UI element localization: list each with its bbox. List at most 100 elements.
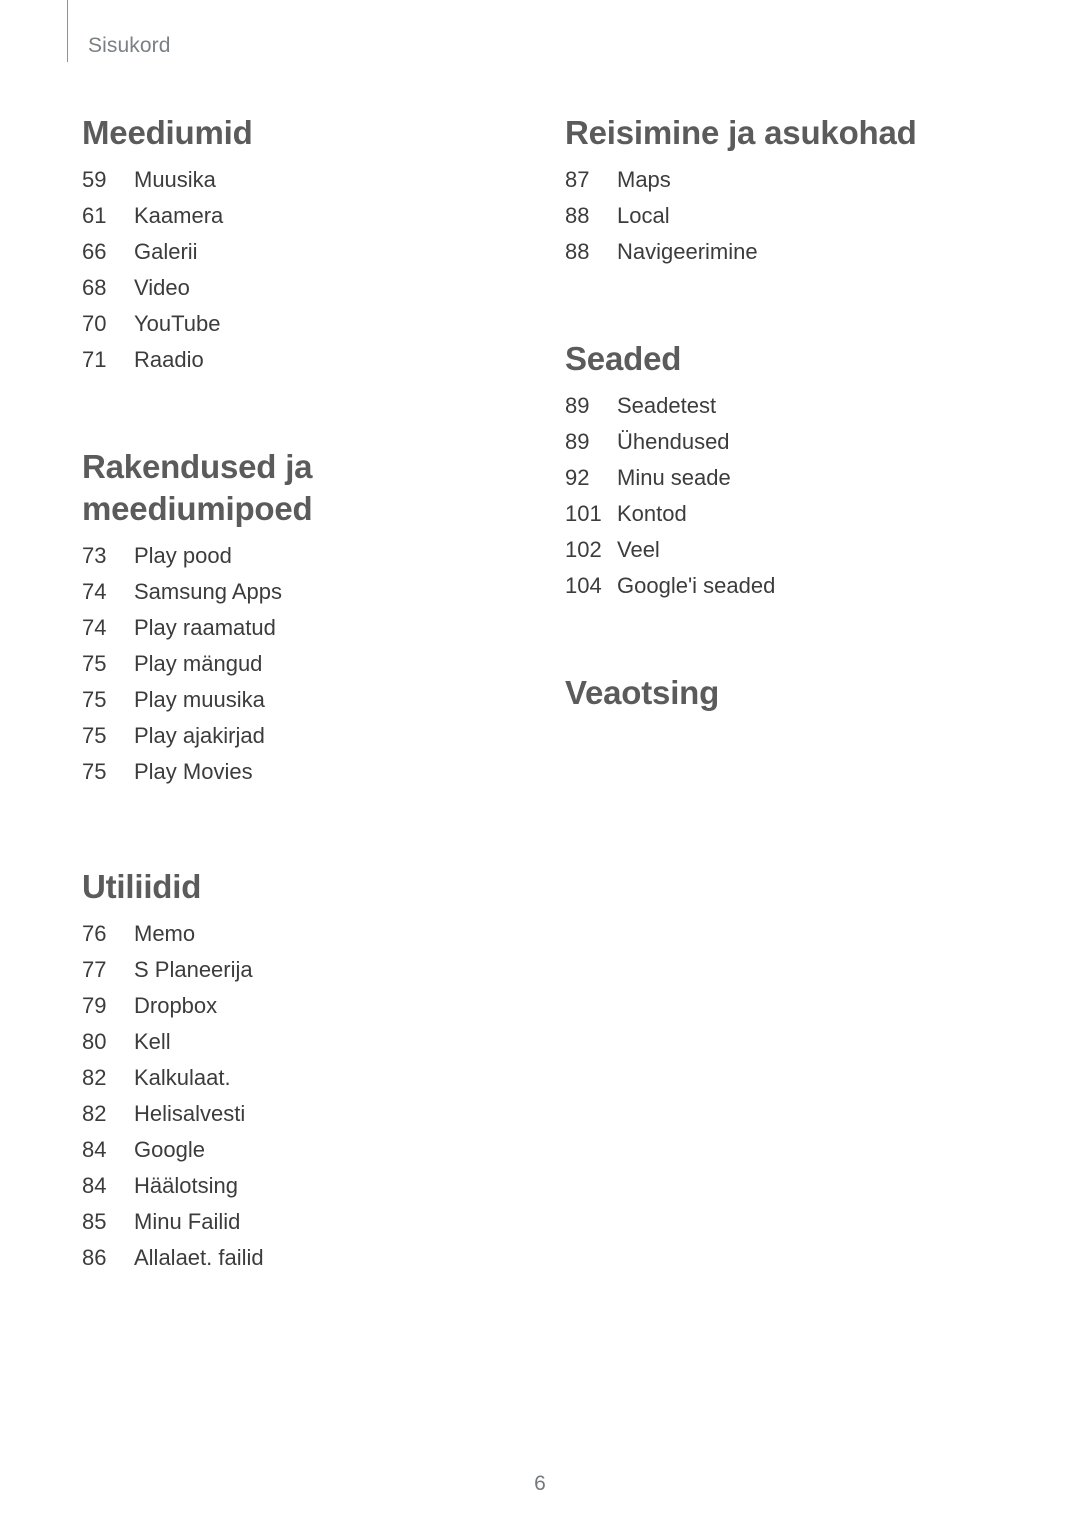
toc-entry[interactable]: 75 Play muusika xyxy=(82,682,512,718)
toc-entry-list: 76 Memo 77 S Planeerija 79 Dropbox 80 Ke… xyxy=(82,916,512,1276)
toc-entry-label: Play Movies xyxy=(134,758,253,784)
document-page: Sisukord Meediumid 59 Muusika 61 Kaamera… xyxy=(0,0,1080,1527)
toc-entry[interactable]: 80 Kell xyxy=(82,1024,512,1060)
toc-entry-page: 88 xyxy=(565,238,590,264)
toc-entry-label: Galerii xyxy=(134,238,198,264)
toc-entry[interactable]: 75 Play mängud xyxy=(82,646,512,682)
section-title: Veaotsing xyxy=(565,673,720,711)
toc-entry[interactable]: 82 Helisalvesti xyxy=(82,1096,512,1132)
toc-entry[interactable]: 89 Ühendused xyxy=(565,424,1015,460)
toc-entry[interactable]: 75 Play ajakirjad xyxy=(82,718,512,754)
section-title: Seaded xyxy=(565,339,682,377)
toc-section-meediumid: Meediumid 59 Muusika 61 Kaamera 66 Galer… xyxy=(82,112,512,378)
toc-entry-page: 89 xyxy=(565,392,590,418)
toc-entry-label: Ühendused xyxy=(617,428,730,454)
toc-entry-label: Häälotsing xyxy=(134,1172,238,1198)
toc-entry[interactable]: 76 Memo xyxy=(82,916,512,952)
toc-entry-page: 92 xyxy=(565,464,590,490)
toc-column-right: Reisimine ja asukohad 87 Maps 88 Local 8… xyxy=(565,112,1015,722)
toc-entry-page: 102 xyxy=(565,536,602,562)
toc-entry-label: Google'i seaded xyxy=(617,572,776,598)
running-header: Sisukord xyxy=(67,0,171,62)
section-title: Utiliidid xyxy=(82,867,202,905)
toc-entry[interactable]: 71 Raadio xyxy=(82,342,512,378)
toc-entry-label: Kontod xyxy=(617,500,687,526)
toc-entry-label: Seadetest xyxy=(617,392,717,418)
toc-entry-label: Video xyxy=(134,274,190,300)
toc-entry[interactable]: 70 YouTube xyxy=(82,306,512,342)
toc-entry-label: Play pood xyxy=(134,542,232,568)
toc-entry[interactable]: 88 Local xyxy=(565,198,1015,234)
toc-entry[interactable]: 101 Kontod xyxy=(565,496,1015,532)
toc-entry-label: Play mängud xyxy=(134,650,263,676)
toc-entry[interactable]: 77 S Planeerija xyxy=(82,952,512,988)
toc-entry[interactable]: 84 Google xyxy=(82,1132,512,1168)
toc-entry[interactable]: 86 Allalaet. failid xyxy=(82,1240,512,1276)
toc-entry[interactable]: 73 Play pood xyxy=(82,538,512,574)
toc-entry-page: 82 xyxy=(82,1100,107,1126)
toc-entry-label: Kell xyxy=(134,1028,171,1054)
toc-entry-label: Veel xyxy=(617,536,660,562)
toc-entry-label: Raadio xyxy=(134,346,204,372)
section-title: Meediumid xyxy=(82,114,253,151)
toc-entry[interactable]: 59 Muusika xyxy=(82,162,512,198)
toc-entry-page: 84 xyxy=(82,1172,107,1198)
toc-entry[interactable]: 104 Google'i seaded xyxy=(565,568,1015,604)
toc-entry-label: Play ajakirjad xyxy=(134,722,265,748)
toc-entry-page: 75 xyxy=(82,758,107,784)
toc-entry-page: 68 xyxy=(82,274,107,300)
toc-entry-page: 85 xyxy=(82,1208,107,1234)
toc-entry[interactable]: 88 Navigeerimine xyxy=(565,234,1015,270)
toc-entry-list: 73 Play pood 74 Samsung Apps 74 Play raa… xyxy=(82,538,512,790)
toc-entry-page: 75 xyxy=(82,686,107,712)
toc-entry[interactable]: 102 Veel xyxy=(565,532,1015,568)
toc-entry-page: 101 xyxy=(565,500,602,526)
toc-entry[interactable]: 74 Samsung Apps xyxy=(82,574,512,610)
toc-entry-label: YouTube xyxy=(134,310,221,336)
toc-entry-label: Play muusika xyxy=(134,686,265,712)
toc-entry-page: 66 xyxy=(82,238,107,264)
toc-section-veaotsing: Veaotsing xyxy=(565,672,1015,714)
toc-entry-page: 79 xyxy=(82,992,107,1018)
toc-entry-page: 70 xyxy=(82,310,107,336)
toc-entry-label: Kalkulaat. xyxy=(134,1064,231,1090)
toc-entry-label: Kaamera xyxy=(134,202,224,228)
toc-entry-list: 89 Seadetest 89 Ühendused 92 Minu seade … xyxy=(565,388,1015,604)
toc-entry-page: 87 xyxy=(565,166,590,192)
toc-entry[interactable]: 61 Kaamera xyxy=(82,198,512,234)
toc-entry[interactable]: 74 Play raamatud xyxy=(82,610,512,646)
toc-entry-label: Muusika xyxy=(134,166,216,192)
toc-entry-page: 82 xyxy=(82,1064,107,1090)
toc-entry-label: Local xyxy=(617,202,670,228)
page-number: 6 xyxy=(534,1472,546,1495)
toc-entry-page: 75 xyxy=(82,722,107,748)
toc-entry-page: 59 xyxy=(82,166,107,192)
toc-entry-label: S Planeerija xyxy=(134,956,253,982)
toc-entry[interactable]: 85 Minu Failid xyxy=(82,1204,512,1240)
toc-section-utiliidid: Utiliidid 76 Memo 77 S Planeerija 79 Dro… xyxy=(82,866,512,1276)
toc-entry-page: 89 xyxy=(565,428,590,454)
toc-entry[interactable]: 82 Kalkulaat. xyxy=(82,1060,512,1096)
toc-entry[interactable]: 75 Play Movies xyxy=(82,754,512,790)
toc-entry-label: Memo xyxy=(134,920,196,946)
toc-entry-list: 87 Maps 88 Local 88 Navigeerimine xyxy=(565,162,1015,270)
toc-entry[interactable]: 68 Video xyxy=(82,270,512,306)
toc-entry[interactable]: 89 Seadetest xyxy=(565,388,1015,424)
toc-entry[interactable]: 79 Dropbox xyxy=(82,988,512,1024)
toc-entry-page: 74 xyxy=(82,614,107,640)
toc-entry[interactable]: 87 Maps xyxy=(565,162,1015,198)
toc-entry-label: Minu Failid xyxy=(134,1208,241,1234)
toc-entry[interactable]: 84 Häälotsing xyxy=(82,1168,512,1204)
toc-entry-label: Dropbox xyxy=(134,992,218,1018)
toc-entry-page: 74 xyxy=(82,578,107,604)
toc-entry-label: Samsung Apps xyxy=(134,578,282,604)
toc-entry-page: 76 xyxy=(82,920,107,946)
toc-section-reisimine: Reisimine ja asukohad 87 Maps 88 Local 8… xyxy=(565,112,1015,270)
toc-entry-label: Navigeerimine xyxy=(617,238,758,264)
toc-entry-page: 75 xyxy=(82,650,107,676)
toc-entry[interactable]: 92 Minu seade xyxy=(565,460,1015,496)
toc-entry[interactable]: 66 Galerii xyxy=(82,234,512,270)
